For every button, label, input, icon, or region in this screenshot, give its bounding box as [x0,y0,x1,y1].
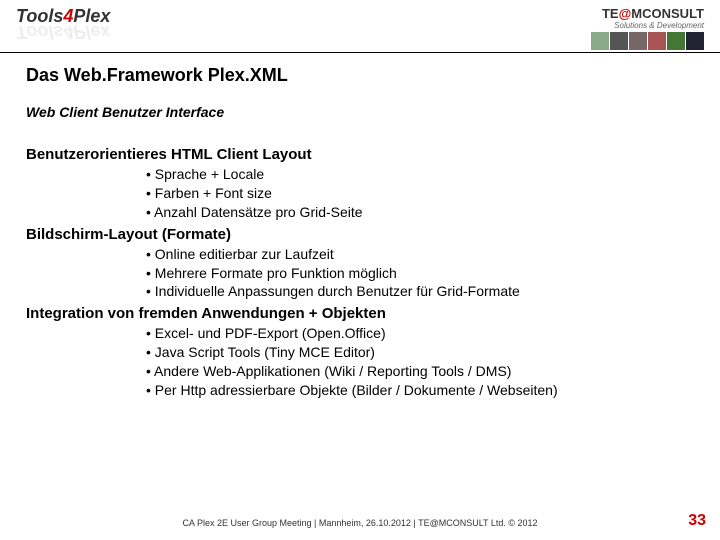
section-head-1: Bildschirm-Layout (Formate) [26,226,694,243]
section-list-0: Sprache + Locale Farben + Font size Anza… [26,165,694,222]
section-list-2: Excel- und PDF-Export (Open.Office) Java… [26,324,694,400]
list-item: Mehrere Formate pro Funktion möglich [146,264,694,283]
list-item: Individuelle Anpassungen durch Benutzer … [146,282,694,301]
section-head-2: Integration von fremden Anwendungen + Ob… [26,305,694,322]
section-head-0: Benutzerorientieres HTML Client Layout [26,146,694,163]
logo-reflection: Tools4Plex [16,21,110,42]
logo-part-mconsult: MCONSULT [631,6,704,21]
list-item: Online editierbar zur Laufzeit [146,245,694,264]
logo-thumbs [591,32,704,50]
slide-footer: CA Plex 2E User Group Meeting | Mannheim… [0,518,720,528]
logo-part-at: @ [619,6,632,21]
slide-content: Das Web.Framework Plex.XML Web Client Be… [0,53,720,400]
slide-subtitle: Web Client Benutzer Interface [26,104,694,120]
list-item: Farben + Font size [146,184,694,203]
list-item: Anzahl Datensätze pro Grid-Seite [146,203,694,222]
page-number: 33 [688,512,706,530]
list-item: Sprache + Locale [146,165,694,184]
list-item: Andere Web-Applikationen (Wiki / Reporti… [146,362,694,381]
list-item: Excel- und PDF-Export (Open.Office) [146,324,694,343]
logo-tools4plex: Tools4Plex Tools4Plex [16,6,110,42]
logo-tagline: Solutions & Development [591,21,704,30]
list-item: Per Http adressierbare Objekte (Bilder /… [146,381,694,400]
slide-title: Das Web.Framework Plex.XML [26,65,694,86]
logo-teamconsult: TE@MCONSULT Solutions & Development [591,6,704,50]
slide-header: Tools4Plex Tools4Plex TE@MCONSULT Soluti… [0,0,720,53]
logo-part-te: TE [602,6,619,21]
list-item: Java Script Tools (Tiny MCE Editor) [146,343,694,362]
section-list-1: Online editierbar zur Laufzeit Mehrere F… [26,245,694,302]
